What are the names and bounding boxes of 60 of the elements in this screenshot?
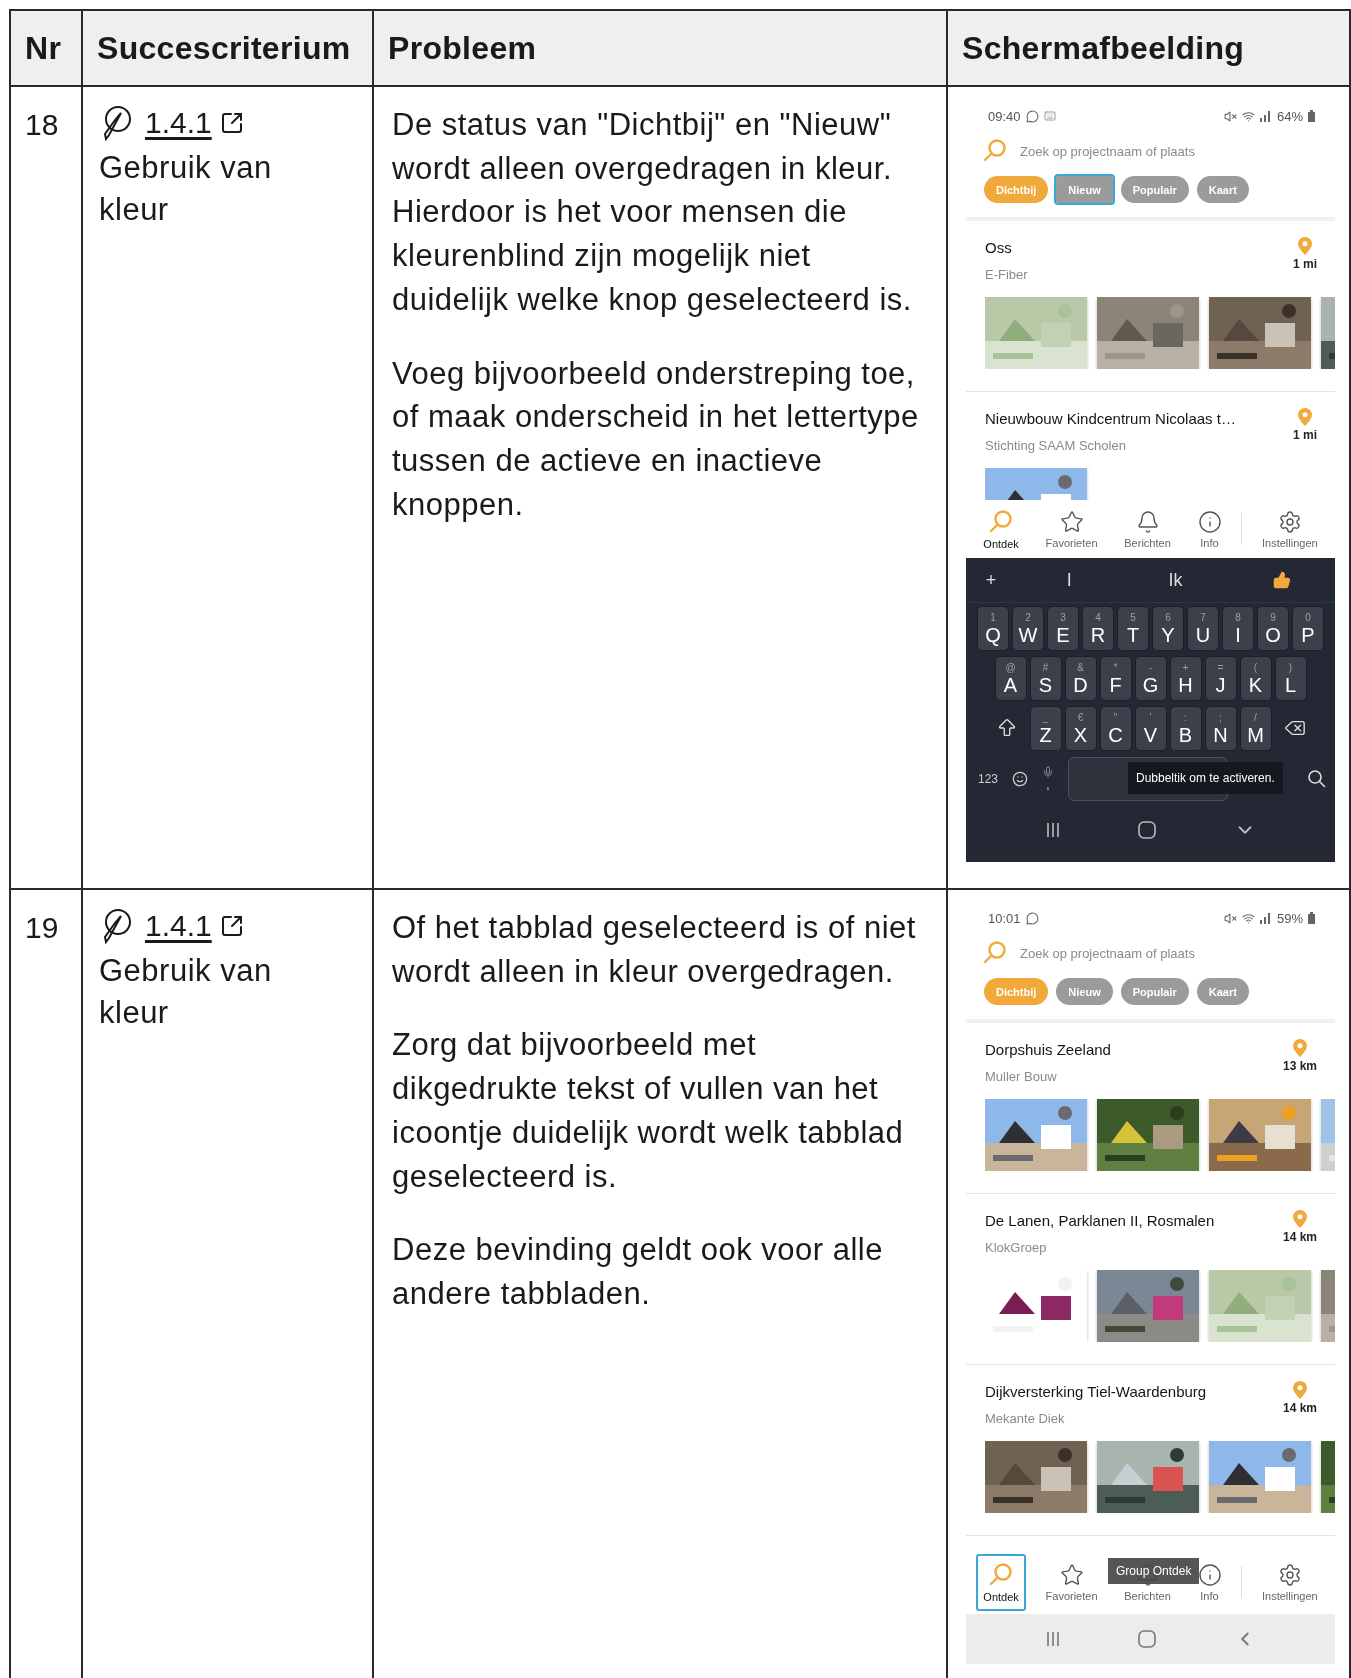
status-time: 10:01 [988, 910, 1021, 926]
project-company: Mekante Diek [985, 1410, 1066, 1428]
project-company: KlokGroep [985, 1239, 1048, 1257]
project-title: Dijkversterking Tiel-Waardenburg [985, 1382, 1207, 1402]
criterion-name: Gebruik van kleur [99, 149, 273, 229]
distance: 13 km [1282, 1059, 1317, 1073]
key-hint: 1 [990, 611, 996, 624]
project-company: E-Fiber [985, 266, 1028, 284]
key-hint: _ [1042, 711, 1049, 724]
column-header: Succescriterium [83, 11, 374, 87]
battery-level: 59% [1276, 910, 1303, 926]
project-title: Dorpshuis Zeeland [985, 1040, 1111, 1060]
column-header: Schermafbeelding [948, 11, 1351, 87]
distance: 14 km [1282, 1230, 1317, 1244]
project-company: Muller Bouw [985, 1068, 1058, 1086]
key-hint: * [1113, 661, 1118, 674]
distance: 1 mi [1293, 428, 1317, 442]
distance: 14 km [1282, 1401, 1317, 1415]
tooltip: Group Ontdek [1108, 1558, 1200, 1584]
key-hint: & [1077, 661, 1084, 674]
key-hint: = [1217, 661, 1224, 674]
key-hint: 7 [1200, 611, 1206, 624]
key-hint: 2 [1025, 611, 1031, 624]
battery-level: 64% [1276, 108, 1303, 124]
key-hint: ( [1253, 661, 1258, 674]
project-company: Stichting SAAM Scholen [985, 437, 1127, 455]
row-number: 19 [25, 911, 59, 944]
problem-text: De status van "Dichtbij" en "Nieuw" wordt alleen overgedragen in kleur. Hierdoor is het voor mensen die kleurenblind zijn mogelijk niet duidelijk welke knop geselecteerd is. [392, 106, 913, 319]
key-hint: @ [1005, 661, 1016, 674]
key-hint: 4 [1095, 611, 1101, 624]
key-hint: : [1184, 711, 1187, 724]
key-hint: + [1182, 661, 1189, 674]
status-time: 09:40 [988, 108, 1021, 124]
key-hint: " [1113, 711, 1118, 724]
column-header: Probleem [374, 11, 948, 87]
problem-text: Deze bevinding geldt ook voor alle andere tabbladen. [392, 1231, 884, 1313]
key-hint: / [1254, 711, 1257, 724]
problem-text: Voeg bijvoorbeeld onderstreping toe, of maak onderscheid in het lettertype tussen de actieve en inactieve knoppen. [392, 354, 920, 524]
key-hint: # [1042, 661, 1049, 674]
problem-text: Zorg dat bijvoorbeeld met dikgedrukte tekst of vullen van het icoontje duidelijk wordt welk tabblad geselecteerd is. [392, 1026, 905, 1196]
key-hint: ' [1149, 711, 1152, 724]
key-hint: - [1148, 661, 1153, 674]
key-hint: 6 [1165, 611, 1171, 624]
row-number: 18 [25, 108, 59, 141]
project-title: De Lanen, Parklanen II, Rosmalen [985, 1211, 1215, 1231]
criterion-name: Gebruik van kleur [99, 952, 273, 1032]
project-title: Oss [985, 238, 1013, 258]
project-title: Nieuwbouw Kindcentrum Nicolaas t… [985, 409, 1236, 429]
key-hint: 5 [1130, 611, 1136, 624]
key-hint: ) [1288, 661, 1293, 674]
key-hint: 3 [1060, 611, 1066, 624]
tooltip: Dubbeltik om te activeren. [1128, 762, 1283, 794]
key-hint: 9 [1270, 611, 1276, 624]
key-hint: ; [1219, 711, 1222, 724]
key-hint: 0 [1305, 611, 1311, 624]
column-header: Nr [11, 11, 83, 87]
distance: 1 mi [1293, 257, 1317, 271]
problem-text: Of het tabblad geselecteerd is of niet wordt alleen in kleur overgedragen. [392, 909, 917, 991]
key-hint: 8 [1235, 611, 1241, 624]
key-hint: € [1077, 711, 1084, 724]
